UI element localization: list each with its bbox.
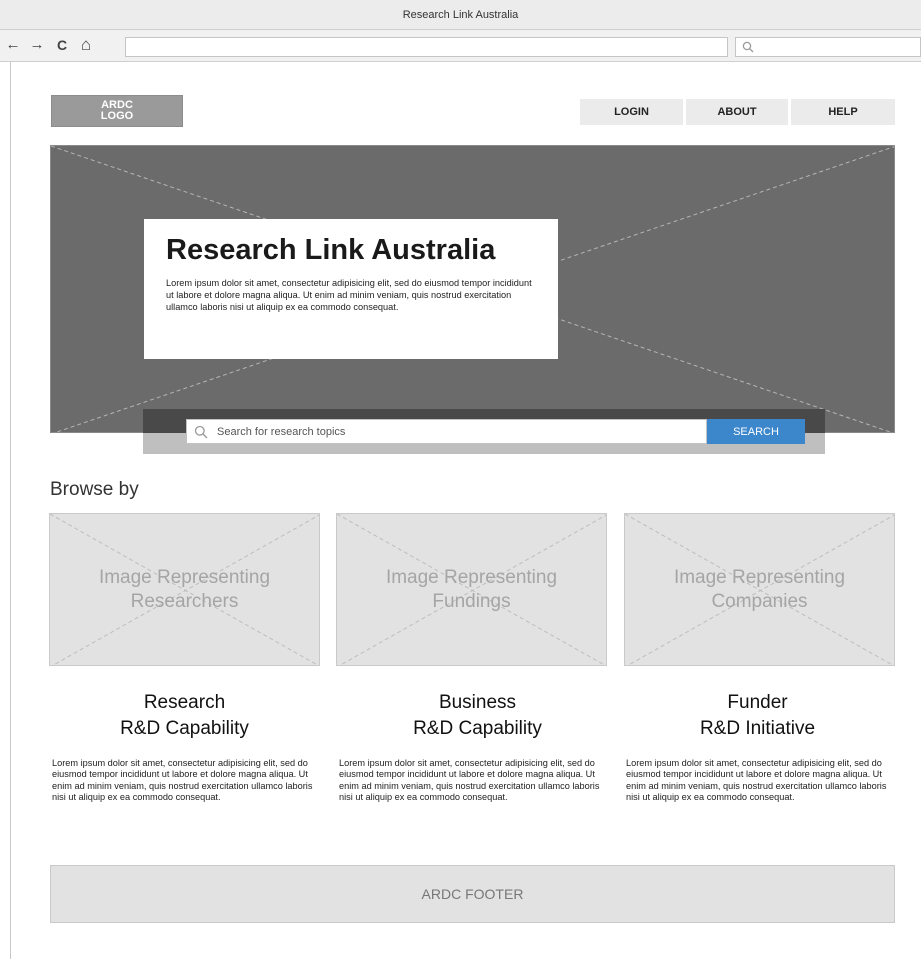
card-title-line-1: Funder: [727, 692, 788, 713]
about-button[interactable]: ABOUT: [686, 99, 788, 125]
researchers-image[interactable]: Image Representing Researchers: [49, 513, 320, 666]
image-caption: Image Representing Researchers: [50, 566, 319, 614]
image-caption: Image Representing Fundings: [337, 566, 606, 614]
card-description: Lorem ipsum dolor sit amet, consectetur …: [52, 758, 313, 803]
home-icon[interactable]: ⌂: [77, 36, 95, 54]
search-bar-container: Search for research topics SEARCH: [143, 409, 825, 454]
image-caption-line-1: Image Representing: [385, 567, 558, 588]
card-title-funder[interactable]: Funder R&D Initiative: [622, 690, 893, 742]
footer: ARDC FOOTER: [50, 865, 895, 923]
help-button[interactable]: HELP: [791, 99, 895, 125]
card-title-research[interactable]: Research R&D Capability: [49, 690, 320, 742]
window-titlebar: Research Link Australia: [0, 0, 921, 30]
search-placeholder: Search for research topics: [217, 426, 346, 438]
card-title-business[interactable]: Business R&D Capability: [342, 690, 613, 742]
url-bar[interactable]: [125, 37, 728, 57]
ardc-logo[interactable]: ARDC LOGO: [51, 95, 183, 127]
image-caption-line-2: Companies: [711, 591, 808, 612]
fundings-image[interactable]: Image Representing Fundings: [336, 513, 607, 666]
forward-arrow-icon[interactable]: →: [28, 36, 46, 54]
search-button[interactable]: SEARCH: [707, 419, 805, 444]
image-caption: Image Representing Companies: [625, 566, 894, 614]
logo-line-2: LOGO: [100, 110, 134, 122]
page-edge: [10, 62, 11, 959]
reload-icon[interactable]: C: [53, 36, 71, 54]
hero-banner: Research Link Australia Lorem ipsum dolo…: [50, 145, 895, 433]
card-description: Lorem ipsum dolor sit amet, consectetur …: [626, 758, 887, 803]
hero-description: Lorem ipsum dolor sit amet, consectetur …: [166, 278, 532, 312]
image-caption-line-2: Researchers: [130, 591, 239, 612]
card-title-line-2: R&D Capability: [413, 718, 542, 739]
card-title-line-1: Research: [143, 692, 226, 713]
hero-card: Research Link Australia Lorem ipsum dolo…: [144, 219, 558, 359]
companies-image[interactable]: Image Representing Companies: [624, 513, 895, 666]
browser-toolbar: ← → C ⌂: [0, 30, 921, 62]
window-title: Research Link Australia: [402, 9, 519, 21]
image-caption-line-2: Fundings: [432, 591, 511, 612]
image-caption-line-1: Image Representing: [673, 567, 846, 588]
search-icon: [194, 425, 208, 439]
research-search-input[interactable]: Search for research topics: [186, 419, 707, 444]
hero-title: Research Link Australia: [166, 234, 496, 266]
back-arrow-icon[interactable]: ←: [4, 36, 22, 54]
card-title-line-2: R&D Initiative: [699, 718, 816, 739]
browser-search-field[interactable]: [735, 37, 921, 57]
browse-heading: Browse by: [50, 479, 139, 500]
image-caption-line-1: Image Representing: [98, 567, 271, 588]
card-title-line-1: Business: [438, 692, 517, 713]
card-title-line-2: R&D Capability: [120, 718, 249, 739]
search-icon: [742, 41, 754, 53]
card-description: Lorem ipsum dolor sit amet, consectetur …: [339, 758, 600, 803]
login-button[interactable]: LOGIN: [580, 99, 683, 125]
